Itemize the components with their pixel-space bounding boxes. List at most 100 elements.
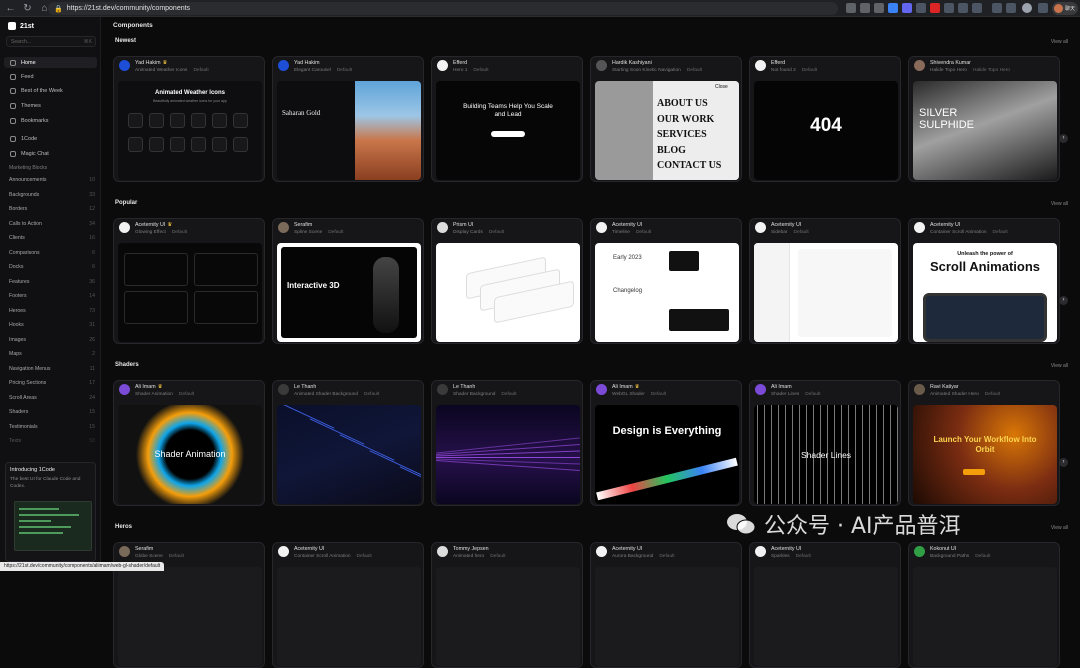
author-name[interactable]: Aceternity UI: [930, 222, 1008, 228]
component-card[interactable]: Le ThanhShader BackgroundDefault: [431, 380, 583, 506]
author-name[interactable]: Le Thanh: [453, 384, 517, 390]
sidebar-category-images[interactable]: Images26: [9, 337, 97, 347]
author-name[interactable]: Efferd: [771, 60, 817, 66]
extension-icon[interactable]: [916, 3, 926, 13]
view-all-link[interactable]: View all: [1051, 363, 1068, 369]
component-preview[interactable]: [277, 567, 421, 666]
view-all-link[interactable]: View all: [1051, 525, 1068, 531]
avatar[interactable]: [437, 222, 448, 233]
avatar[interactable]: [119, 384, 130, 395]
chevron-right-icon[interactable]: ›: [1059, 134, 1068, 143]
chevron-right-icon[interactable]: ›: [1059, 458, 1068, 467]
component-card[interactable]: SerafimGlobe SceneDefault: [113, 542, 265, 668]
component-card[interactable]: Yad Hakim♛Animated Weather IconsDefaultA…: [113, 56, 265, 182]
component-card[interactable]: EfferdNot found 2Default404: [749, 56, 901, 182]
history-icon[interactable]: [992, 3, 1002, 13]
component-card[interactable]: Ali ImamShader LinesDefaultShader Lines: [749, 380, 901, 506]
avatar[interactable]: [119, 546, 130, 557]
avatar[interactable]: [278, 384, 289, 395]
extension-icon[interactable]: [888, 3, 898, 13]
avatar[interactable]: [914, 546, 925, 557]
avatar[interactable]: [437, 384, 448, 395]
author-name[interactable]: Aceternity UI: [612, 546, 675, 552]
sidebar-category-backgrounds[interactable]: Backgrounds33: [9, 192, 97, 202]
avatar[interactable]: [119, 222, 130, 233]
component-card[interactable]: Ravi KatiyarAnimated Shader HeroDefaultL…: [908, 380, 1060, 506]
author-name[interactable]: Kokonut UI: [930, 546, 990, 552]
star-icon[interactable]: [874, 3, 884, 13]
component-card[interactable]: Le ThanhAnimated Shader BackgroundDefaul…: [272, 380, 424, 506]
extension-icon[interactable]: [944, 3, 954, 13]
component-preview[interactable]: Shader Animation: [118, 405, 262, 504]
component-card[interactable]: Aceternity UISidebarDefault: [749, 218, 901, 344]
extension-icon[interactable]: [958, 3, 968, 13]
sidebar-item-themes[interactable]: Themes: [4, 100, 97, 111]
brand[interactable]: 21st: [8, 22, 34, 30]
component-card[interactable]: Yad HakimElegant CarouselDefaultSaharan …: [272, 56, 424, 182]
component-card[interactable]: EfferdHero 1DefaultBuilding Teams Help Y…: [431, 56, 583, 182]
avatar[interactable]: [755, 222, 766, 233]
zoom-icon[interactable]: [860, 3, 870, 13]
avatar[interactable]: [278, 222, 289, 233]
component-preview[interactable]: [436, 405, 580, 504]
author-name[interactable]: Yad Hakim♛: [135, 60, 209, 66]
avatar[interactable]: [278, 60, 289, 71]
avatar[interactable]: [755, 546, 766, 557]
author-name[interactable]: Aceternity UI: [294, 546, 372, 552]
component-preview[interactable]: [277, 405, 421, 504]
sidebar-category-maps[interactable]: Maps2: [9, 351, 97, 361]
sidebar-category-pricing-sections[interactable]: Pricing Sections17: [9, 380, 97, 390]
component-preview[interactable]: [118, 567, 262, 666]
account-icon[interactable]: [1022, 3, 1032, 13]
back-icon[interactable]: ←: [4, 2, 17, 15]
author-name[interactable]: Serafim: [294, 222, 343, 228]
view-all-link[interactable]: View all: [1051, 201, 1068, 207]
component-preview[interactable]: [436, 243, 580, 342]
sidebar-category-hooks[interactable]: Hooks31: [9, 322, 97, 332]
author-name[interactable]: Aceternity UI: [612, 222, 651, 228]
promo-card[interactable]: Introducing 1Code The best UI for Claude…: [5, 462, 96, 562]
avatar[interactable]: [596, 546, 607, 557]
component-preview[interactable]: [754, 243, 898, 342]
address-bar[interactable]: 🔒 https://21st.dev/community/components: [48, 2, 838, 15]
avatar[interactable]: [119, 60, 130, 71]
component-preview[interactable]: Early 2023Changelog: [595, 243, 739, 342]
component-preview[interactable]: Building Teams Help You Scale and Lead: [436, 81, 580, 180]
component-card[interactable]: Aceternity UISparklesDefault: [749, 542, 901, 668]
component-preview[interactable]: Animated Weather IconsBeautifully animat…: [118, 81, 262, 180]
component-preview[interactable]: Launch Your Workflow Into Orbit: [913, 405, 1057, 504]
component-card[interactable]: Prism UIDisplay CardsDefault: [431, 218, 583, 344]
sidebar-category-comparisons[interactable]: Comparisons6: [9, 250, 97, 260]
translate-icon[interactable]: [846, 3, 856, 13]
avatar[interactable]: [596, 384, 607, 395]
extension-icon[interactable]: [902, 3, 912, 13]
sidebar-category-shaders[interactable]: Shaders15: [9, 409, 97, 419]
component-card[interactable]: Ali Imam♛WebGL ShaderDefaultDesign is Ev…: [590, 380, 742, 506]
component-preview[interactable]: [595, 567, 739, 666]
author-name[interactable]: Ali Imam♛: [612, 384, 666, 390]
author-name[interactable]: Shivendra Kumar: [930, 60, 1010, 66]
author-name[interactable]: Yad Hakim: [294, 60, 352, 66]
sidebar-category-clients[interactable]: Clients16: [9, 235, 97, 245]
sidebar-item-home[interactable]: Home: [4, 57, 97, 68]
component-preview[interactable]: ABOUT USOUR WORKSERVICESBLOGCONTACT USCl…: [595, 81, 739, 180]
author-name[interactable]: Aceternity UI♛: [135, 222, 187, 228]
component-card[interactable]: Kokonut UIBackground PathsDefault: [908, 542, 1060, 668]
sidebar-category-heroes[interactable]: Heroes73: [9, 308, 97, 318]
component-preview[interactable]: Unleash the power ofScroll Animations: [913, 243, 1057, 342]
component-preview[interactable]: Saharan Gold: [277, 81, 421, 180]
sidebar-item-best-of-the-week[interactable]: Best of the Week: [4, 85, 97, 96]
component-preview[interactable]: [913, 567, 1057, 666]
component-card[interactable]: SerafimSpline SceneDefaultInteractive 3D: [272, 218, 424, 344]
component-card[interactable]: Shivendra KumarHalide Topo HeroHalide To…: [908, 56, 1060, 182]
author-name[interactable]: Aceternity UI: [771, 546, 811, 552]
component-preview[interactable]: 404: [754, 81, 898, 180]
component-card[interactable]: Aceternity UITimelineDefaultEarly 2023Ch…: [590, 218, 742, 344]
sidebar-category-scroll-areas[interactable]: Scroll Areas24: [9, 395, 97, 405]
component-preview[interactable]: [118, 243, 262, 342]
avatar[interactable]: [755, 60, 766, 71]
author-name[interactable]: Prism UI: [453, 222, 504, 228]
author-name[interactable]: Ali Imam♛: [135, 384, 194, 390]
component-card[interactable]: Aceternity UI♛Glowing EffectDefault: [113, 218, 265, 344]
profile-chip[interactable]: 聊天: [1052, 2, 1078, 15]
